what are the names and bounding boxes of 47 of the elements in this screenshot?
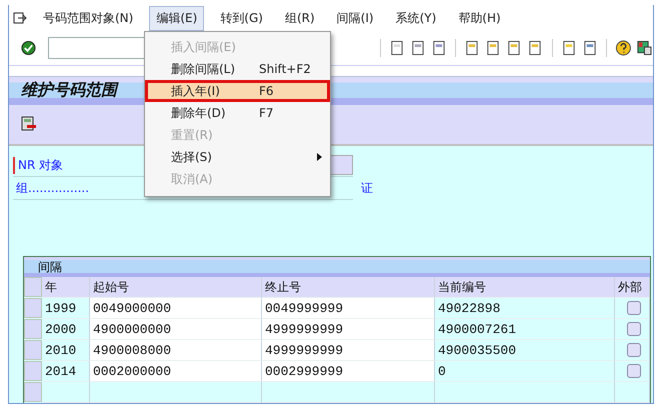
checkbox[interactable]	[627, 322, 641, 336]
table-cell: 2010	[42, 340, 90, 361]
table-cell: 0002999999	[262, 361, 435, 382]
column-header: 年	[42, 277, 90, 298]
table-cell: 4900008000	[90, 340, 262, 361]
menu-bar-item[interactable]: 帮助(H)	[452, 6, 507, 30]
column-header: 当前编号	[435, 277, 615, 298]
table-cell: 2014	[42, 361, 90, 382]
field-label: NR 对象	[13, 156, 64, 174]
column-header: 起始号	[90, 277, 262, 298]
menu-item[interactable]: 删除间隔(L) Shift+F2	[145, 58, 330, 80]
checkbox[interactable]	[627, 343, 641, 357]
checkbox[interactable]	[627, 301, 641, 315]
field-label: 组................	[15, 180, 90, 196]
layout-icon[interactable]	[636, 39, 653, 58]
table-cell: 0049000000	[90, 298, 262, 319]
table-cell: 0	[435, 361, 615, 382]
menu-bar-item[interactable]: 组(R)	[278, 6, 321, 30]
column-header: 终止号	[262, 277, 435, 298]
menu-bar-item[interactable]: 号码范围对象(N)	[37, 6, 140, 30]
field-label: 证	[361, 180, 373, 196]
table-cell: 1999	[42, 298, 90, 319]
menu-item[interactable]: 选择(S)	[145, 146, 330, 168]
table-cell: 4900035500	[435, 340, 615, 361]
row-selector-header	[24, 277, 42, 297]
menu-bar-item[interactable]: 转到(G)	[214, 6, 269, 30]
menu-bar-item[interactable]: 编辑(E)	[149, 6, 204, 31]
menu-item[interactable]: 插入年(I) F6	[145, 80, 330, 102]
help-icon[interactable]	[615, 39, 632, 58]
table-cell: 4900000000	[90, 319, 262, 340]
check-icon[interactable]	[21, 40, 36, 56]
menu-bar-item[interactable]: 系统(Y)	[390, 6, 442, 30]
table-cell: 4999999999	[262, 340, 435, 361]
column-header: 外部	[615, 277, 650, 298]
table-cell: 0049999999	[262, 298, 435, 319]
checkbox[interactable]	[627, 364, 641, 378]
table-title: 间隔	[38, 258, 62, 276]
menu-bar-item[interactable]: 间隔(I)	[330, 6, 380, 30]
table-cell: 2000	[42, 319, 90, 340]
table-cell: 49022898	[435, 298, 615, 319]
table-cell: 4999999999	[262, 319, 435, 340]
menu-item[interactable]: 删除年(D) F7	[145, 102, 330, 124]
table-cell: 0002000000	[90, 361, 262, 382]
window-menu-icon[interactable]	[13, 12, 27, 24]
screen-title: 维护号码范围	[21, 80, 117, 102]
form-icon[interactable]	[21, 116, 37, 132]
table-cell: 4900007261	[435, 319, 615, 340]
